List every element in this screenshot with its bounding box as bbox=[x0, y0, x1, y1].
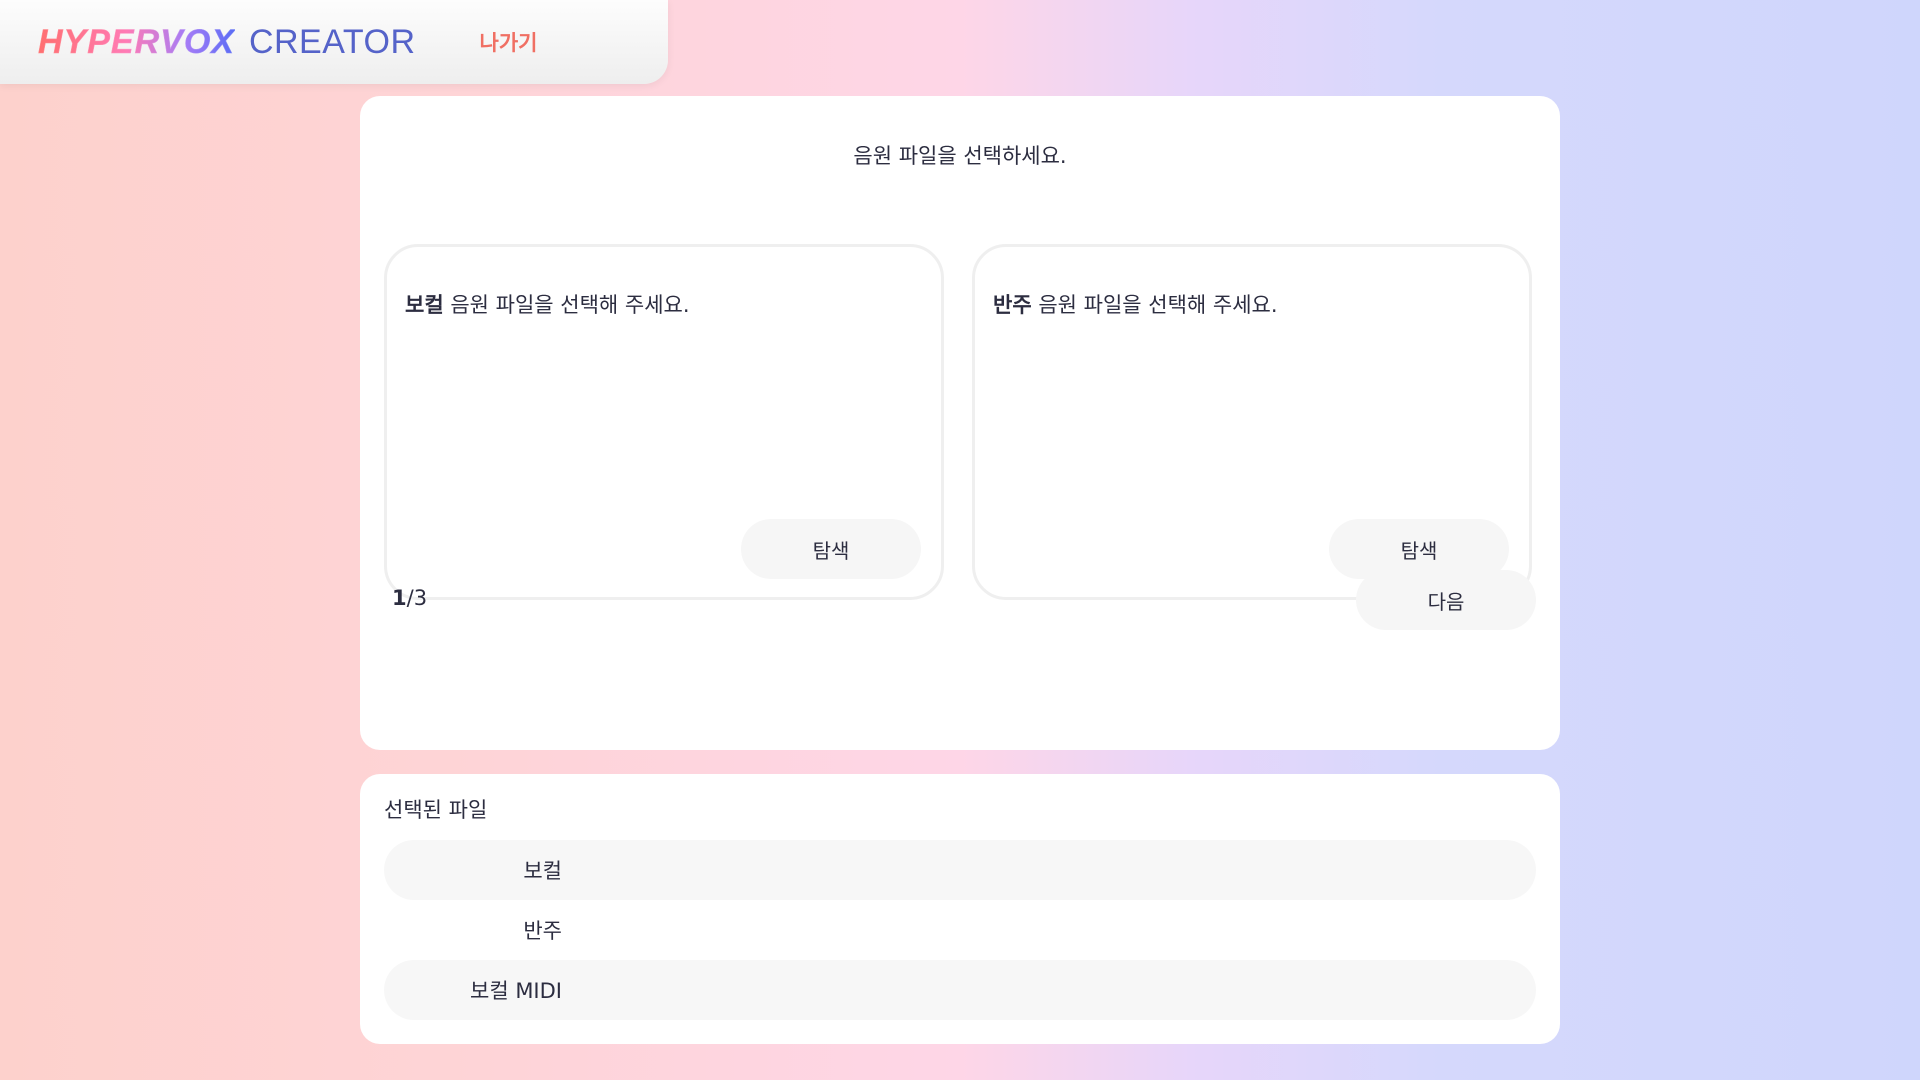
selected-file-row-accompaniment: 반주 bbox=[384, 900, 1536, 960]
vocal-prompt-text: 음원 파일을 선택해 주세요. bbox=[443, 293, 690, 317]
logo-hypervox: HYPERVOX bbox=[38, 22, 235, 61]
accompaniment-prompt-text: 음원 파일을 선택해 주세요. bbox=[1031, 293, 1278, 317]
logo-creator: CREATOR bbox=[248, 22, 416, 61]
step-current: 1 bbox=[392, 586, 407, 610]
vocal-browse-button[interactable]: 탐색 bbox=[741, 519, 921, 579]
page-title: 음원 파일을 선택하세요. bbox=[853, 144, 1067, 168]
selected-file-label: 보컬 bbox=[523, 859, 562, 883]
next-button[interactable]: 다음 bbox=[1356, 570, 1536, 630]
vocal-file-prompt: 보컬 음원 파일을 선택해 주세요. bbox=[405, 289, 690, 319]
selected-file-row-vocal: 보컬 bbox=[384, 840, 1536, 900]
selected-files-title: 선택된 파일 bbox=[384, 798, 488, 822]
accompaniment-file-dropzone[interactable]: 반주 음원 파일을 선택해 주세요. 탐색 bbox=[972, 244, 1532, 600]
selected-file-row-vocal-midi: 보컬 MIDI bbox=[384, 960, 1536, 1020]
header-bar: HYPERVOX CREATOR 나가기 bbox=[0, 0, 668, 84]
step-total: /3 bbox=[406, 586, 428, 610]
vocal-file-dropzone[interactable]: 보컬 음원 파일을 선택해 주세요. 탐색 bbox=[384, 244, 944, 600]
exit-button[interactable]: 나가기 bbox=[480, 27, 538, 57]
app-logo: HYPERVOX CREATOR bbox=[38, 0, 416, 84]
vocal-label: 보컬 bbox=[405, 293, 444, 317]
step-indicator: 1/3 bbox=[392, 586, 427, 610]
selected-files-card: 선택된 파일 보컬 반주 보컬 MIDI bbox=[360, 774, 1560, 1044]
selected-file-label: 보컬 MIDI bbox=[470, 979, 562, 1003]
accompaniment-label: 반주 bbox=[993, 293, 1032, 317]
accompaniment-file-prompt: 반주 음원 파일을 선택해 주세요. bbox=[993, 289, 1278, 319]
file-select-card: 음원 파일을 선택하세요. 보컬 음원 파일을 선택해 주세요. 탐색 반주 음… bbox=[360, 96, 1560, 750]
selected-file-label: 반주 bbox=[523, 919, 562, 943]
